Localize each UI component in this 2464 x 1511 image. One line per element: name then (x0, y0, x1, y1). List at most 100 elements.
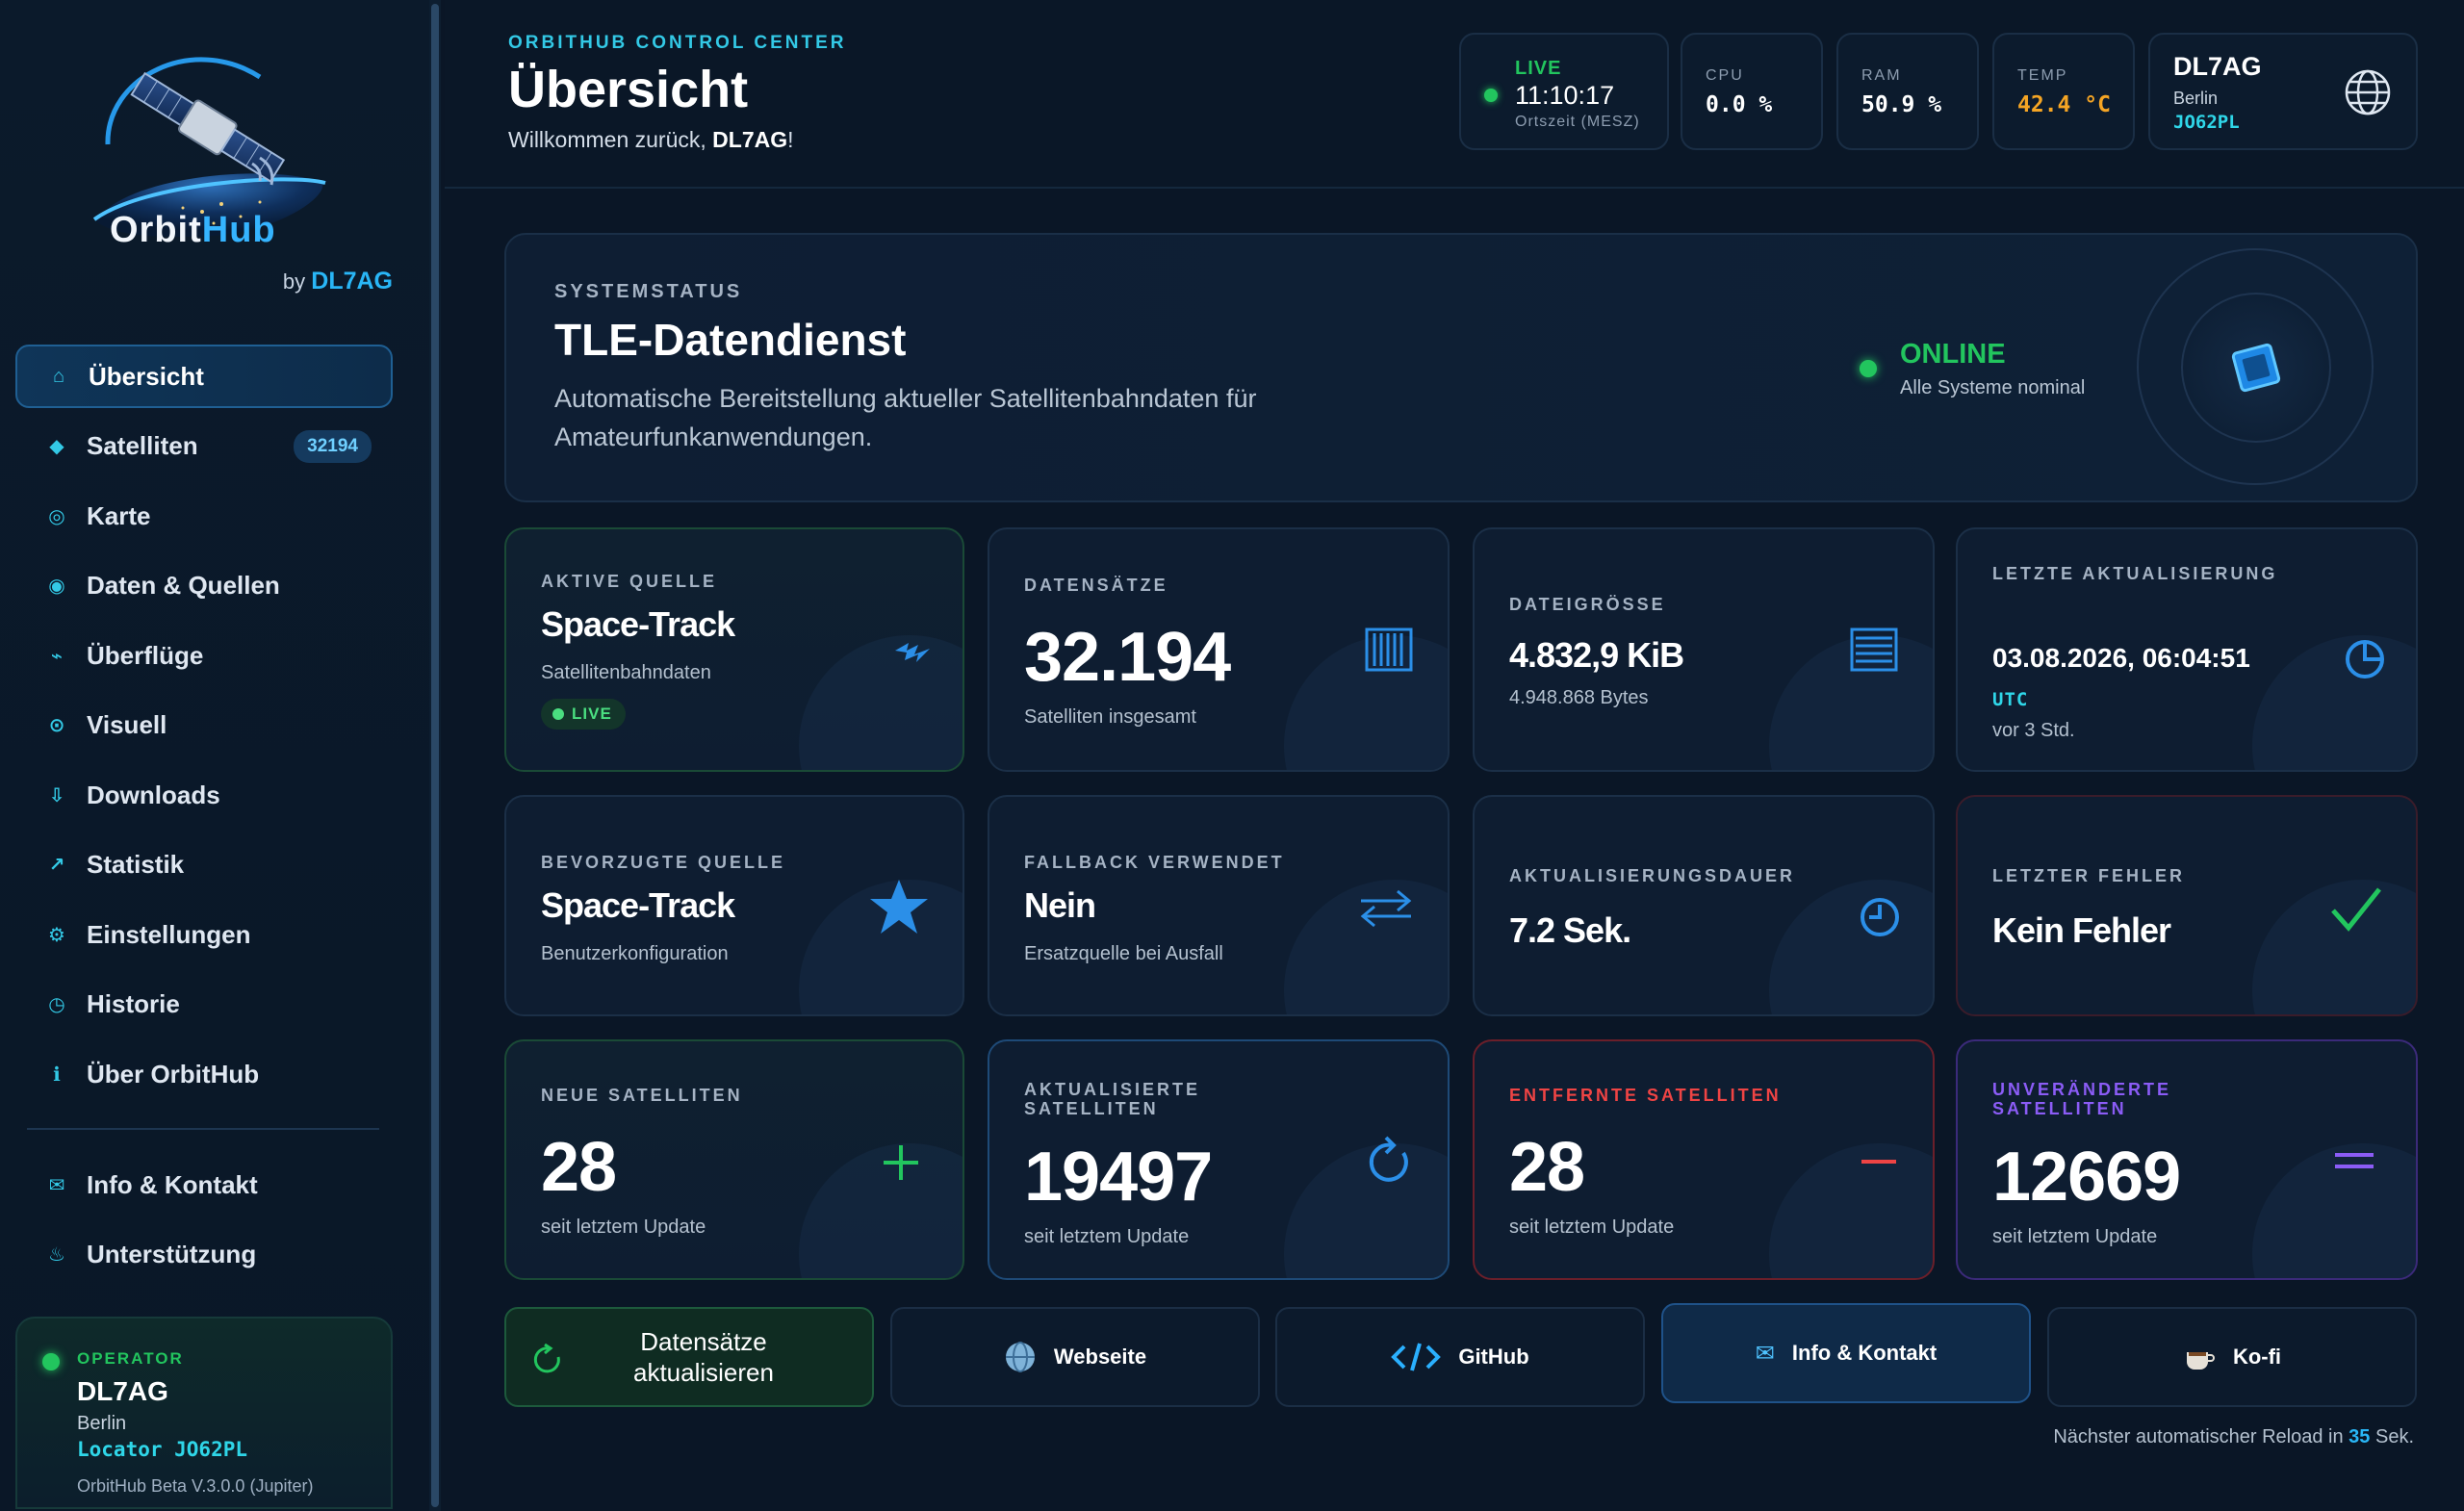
byline-author[interactable]: DL7AG (311, 268, 393, 295)
nav-item-einstellungen[interactable]: ⚙ Einstellungen (15, 903, 393, 966)
ram-metric: RAM 50.9 % (1836, 33, 1979, 150)
globe-icon[interactable] (2343, 67, 2393, 117)
temp-label: TEMP (2017, 67, 2068, 84)
nav-item-statistik[interactable]: ↗ Statistik (15, 833, 393, 897)
system-status-card: SYSTEMSTATUS TLE-Datendienst Automatisch… (504, 233, 2418, 502)
preferred-source-card: BEVORZUGTE QUELLE Space-Track Benutzerko… (504, 795, 964, 1016)
nav-item-karte[interactable]: ◎ Karte (15, 484, 393, 548)
app-version: OrbitHub Beta V.3.0.0 (Jupiter) (77, 1476, 314, 1496)
records-value: 32.194 (1024, 619, 1231, 696)
kofi-button[interactable]: Ko-fi (2047, 1307, 2417, 1407)
ram-value: 50.9 % (1861, 92, 1942, 117)
filesize-value: 4.832,9 KiB (1509, 635, 1684, 675)
nav-item-über-orbithub[interactable]: ℹ Über OrbitHub (15, 1042, 393, 1106)
active-source-sub: Satellitenbahndaten (541, 662, 711, 683)
card-label: AKTUALISIERUNGSDAUER (1509, 866, 1796, 885)
document-lines-icon (1850, 627, 1898, 672)
nav-item-daten-quellen[interactable]: ◉ Daten & Quellen (15, 554, 393, 618)
nav-item-label: Satelliten (87, 431, 198, 460)
refresh-data-button[interactable]: Datensätze aktualisieren (504, 1307, 874, 1407)
lightning-icon (895, 643, 930, 662)
nav-item-visuell[interactable]: ⊙ Visuell (15, 694, 393, 757)
download-icon: ⇩ (48, 784, 65, 807)
card-label: LETZTER FEHLER (1992, 866, 2185, 885)
online-status-sub: Alle Systeme nominal (1900, 377, 2086, 398)
nav-item-label: Unterstützung (87, 1240, 257, 1268)
auto-reload-note: Nächster automatischer Reload in 35 Sek. (2053, 1426, 2414, 1447)
website-button[interactable]: Webseite (890, 1307, 1260, 1407)
operator-card: OPERATOR DL7AG Berlin Locator JO62PL Orb… (15, 1317, 393, 1509)
temp-metric: TEMP 42.4 °C (1992, 33, 2135, 150)
checkmark-icon (2331, 887, 2381, 932)
history-icon: ◷ (48, 994, 65, 1015)
orbithub-logo[interactable]: OrbitHub (87, 38, 337, 260)
fallback-sub: Ersatzquelle bei Ausfall (1024, 943, 1223, 964)
card-label: LETZTE AKTUALISIERUNG (1992, 564, 2278, 583)
status-kicker: SYSTEMSTATUS (554, 281, 743, 302)
reload-seconds: 35 (2348, 1426, 2371, 1447)
last-error-card: LETZTER FEHLER Kein Fehler (1956, 795, 2418, 1016)
target-icon: ◎ (48, 505, 65, 527)
main-nav: ⌂ Übersicht ◆ Satelliten 32194 ◎ Karte ◉ Daten &… (15, 345, 393, 1113)
nav-item-label: Visuell (87, 710, 167, 739)
sidebar-scrollbar[interactable] (429, 0, 441, 1511)
last-error-value: Kein Fehler (1992, 910, 2171, 950)
nav-item-historie[interactable]: ◷ Historie (15, 973, 393, 1037)
mail-icon: ✉ (1755, 1340, 1775, 1367)
nav-item-satelliten[interactable]: ◆ Satelliten 32194 (15, 415, 393, 478)
page-title: Übersicht (508, 61, 749, 118)
github-button-label: GitHub (1458, 1345, 1529, 1369)
operator-locator: Locator JO62PL (77, 1438, 248, 1461)
active-source-card: AKTIVE QUELLE Space-Track Satellitenbahn… (504, 527, 964, 772)
eye-icon: ⊙ (48, 715, 65, 736)
fallback-card: FALLBACK VERWENDET Nein Ersatzquelle bei… (988, 795, 1450, 1016)
card-label: BEVORZUGTE QUELLE (541, 853, 786, 872)
live-badge: LIVE (541, 699, 626, 730)
records-sub: Satelliten insgesamt (1024, 706, 1196, 728)
swap-arrows-icon (1360, 889, 1412, 928)
nav-item-überflüge[interactable]: ⌁ Überflüge (15, 624, 393, 687)
nav-divider (27, 1128, 379, 1130)
new-satellites-sub: seit letztem Update (541, 1216, 706, 1238)
scrollbar-thumb[interactable] (431, 4, 439, 1507)
nav-item-label: Karte (87, 500, 151, 530)
home-icon: ⌂ (52, 365, 65, 387)
operator-label: OPERATOR (77, 1349, 184, 1368)
live-timezone: Ortszeit (MESZ) (1515, 114, 1640, 130)
pass-icon: ⌁ (50, 645, 64, 667)
user-profile[interactable]: DL7AG Berlin JO62PL (2148, 33, 2418, 150)
fallback-value: Nein (1024, 885, 1096, 925)
user-locator: JO62PL (2173, 112, 2240, 133)
removed-satellites-sub: seit letztem Update (1509, 1216, 1675, 1238)
kofi-button-label: Ko-fi (2232, 1345, 2282, 1369)
online-status: ONLINE (1900, 339, 2006, 370)
operator-status-dot (42, 1353, 60, 1370)
nav-item-info-kontakt[interactable]: ✉ Info & Kontakt (15, 1153, 393, 1216)
diamond-icon: ◆ (49, 436, 64, 457)
gear-icon: ⚙ (48, 924, 65, 946)
cube-icon (2231, 343, 2281, 393)
new-satellites-card: NEUE SATELLITEN 28 seit letztem Update (504, 1039, 964, 1280)
nav-item-unterstützung[interactable]: ♨ Unterstützung (15, 1223, 393, 1287)
nav-item-label: Historie (87, 989, 180, 1018)
nav-item-übersicht[interactable]: ⌂ Übersicht (15, 345, 393, 408)
code-icon (1391, 1341, 1442, 1373)
card-label: DATEIGRÖSSE (1509, 595, 1666, 614)
preferred-source-sub: Benutzerkonfiguration (541, 943, 729, 964)
card-label: AKTUALISIERTE SATELLITEN (1024, 1080, 1200, 1118)
preferred-source-value: Space-Track (541, 885, 735, 925)
coffee-icon (2183, 1343, 2216, 1371)
nav-item-downloads[interactable]: ⇩ Downloads (15, 763, 393, 827)
nav-item-label: Downloads (87, 780, 220, 809)
plus-icon (884, 1145, 918, 1180)
duration-card: AKTUALISIERUNGSDAUER 7.2 Sek. (1473, 795, 1935, 1016)
top-header: ORBITHUB CONTROL CENTER Übersicht Willko… (445, 0, 2464, 189)
github-button[interactable]: GitHub (1275, 1307, 1645, 1407)
updated-satellites-value: 19497 (1024, 1139, 1213, 1216)
trend-icon: ↗ (48, 855, 65, 876)
filesize-sub: 4.948.868 Bytes (1509, 687, 1649, 708)
nav-item-label: Info & Kontakt (87, 1169, 258, 1199)
unchanged-satellites-sub: seit letztem Update (1992, 1226, 2158, 1247)
welcome-message: Willkommen zurück, DL7AG! (508, 127, 794, 152)
info-contact-button[interactable]: ✉ Info & Kontakt (1661, 1303, 2031, 1403)
